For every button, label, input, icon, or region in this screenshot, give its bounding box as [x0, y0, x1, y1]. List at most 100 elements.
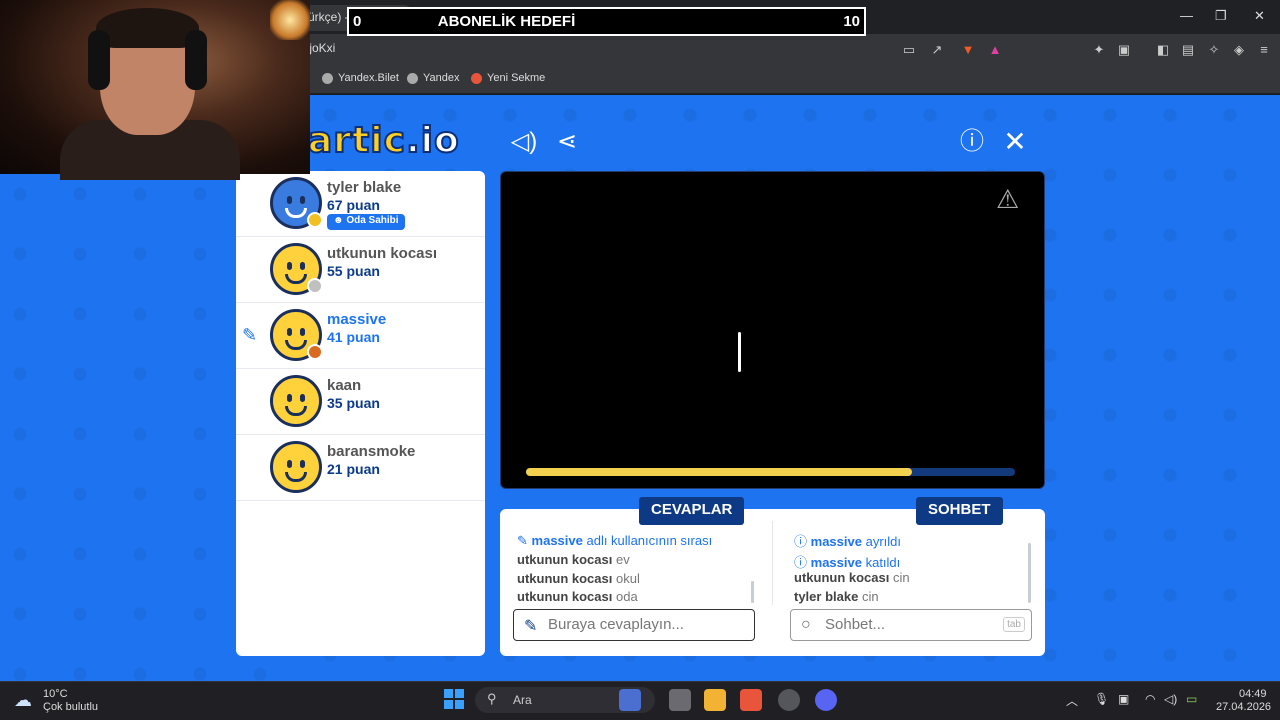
avatar	[270, 243, 323, 295]
tab-answers[interactable]: CEVAPLAR	[639, 497, 745, 525]
event-text: ayrıldı	[865, 534, 901, 549]
sidebar-icon[interactable]: ◧	[1155, 42, 1171, 58]
tray-app-icon[interactable]: ▣	[1118, 692, 1129, 706]
wallet-icon[interactable]: ▤	[1180, 42, 1196, 58]
goal-label: ABONELİK HEDEFİ	[437, 13, 576, 30]
info-icon[interactable]: ⓘ	[958, 128, 986, 156]
timer-bar-fill	[526, 468, 913, 476]
player-row[interactable]: utkunun kocası 55 puan	[236, 237, 485, 303]
volume-icon[interactable]: ◁)	[1164, 692, 1177, 706]
leo-ai-icon[interactable]: ✧	[1206, 42, 1222, 58]
answer-input[interactable]: ✎ Buraya cevaplayın...	[513, 609, 755, 641]
message-text: ev	[615, 552, 630, 567]
event-user: massive	[810, 534, 862, 549]
message-user: utkunun kocası	[794, 570, 890, 585]
chat-input[interactable]: ○ Sohbet... tab	[790, 609, 1032, 641]
task-view-icon[interactable]	[669, 689, 691, 711]
minimize-icon[interactable]: —	[1180, 8, 1193, 23]
sound-icon[interactable]: ◁)	[510, 128, 538, 156]
chat-message: tyler blake cin	[794, 589, 879, 604]
player-row[interactable]: kaan 35 puan	[236, 369, 485, 435]
goal-target: 10	[843, 13, 860, 30]
logo-main: artic	[307, 119, 406, 162]
search-icon: ○	[801, 616, 811, 633]
share-icon[interactable]: ⋖	[553, 128, 581, 156]
maximize-icon[interactable]: ❐	[1215, 8, 1227, 24]
brave-shield-icon[interactable]: ▼	[960, 42, 976, 58]
player-row[interactable]: baransmoke 21 puan	[236, 435, 485, 501]
drawn-stroke	[738, 332, 741, 372]
chat-placeholder: Sohbet...	[825, 616, 886, 633]
bookmark-label: Yeni Sekme	[487, 72, 546, 84]
tray-chevron-icon[interactable]: ︿	[1066, 692, 1078, 709]
weather-icon[interactable]: ☁	[14, 690, 32, 711]
avatar	[270, 441, 322, 493]
bookmark-label: Yandex.Bilet	[338, 72, 399, 84]
timer-bar	[526, 468, 1015, 476]
obs-icon[interactable]	[778, 689, 800, 711]
bookmark-item[interactable]: Yeni Sekme	[471, 72, 545, 84]
widgets-icon[interactable]	[619, 689, 641, 711]
clock-time[interactable]: 04:49	[1239, 688, 1267, 700]
discord-icon[interactable]	[815, 689, 837, 711]
report-warning-icon[interactable]: ⚠	[996, 184, 1019, 215]
player-name: kaan	[327, 377, 362, 394]
avatar	[270, 177, 323, 229]
info-icon: ⓘ	[794, 555, 808, 570]
file-explorer-icon[interactable]	[704, 689, 726, 711]
bookmark-label: Yandex	[423, 72, 460, 84]
answer-message: utkunun kocası okul	[517, 571, 640, 586]
clock-date[interactable]: 27.04.2026	[1216, 701, 1271, 713]
bookmark-item[interactable]: Yandex	[407, 72, 460, 84]
extensions-icon[interactable]: ✦	[1091, 42, 1107, 58]
turn-user: massive	[531, 533, 583, 548]
wifi-icon[interactable]: ◠	[1145, 692, 1155, 706]
cast-icon[interactable]: ▭	[901, 42, 917, 58]
event-user: massive	[810, 555, 862, 570]
start-icon[interactable]	[444, 689, 464, 709]
chat-event: ⓘ massive ayrıldı	[794, 531, 901, 550]
vpn-icon[interactable]: ◈	[1231, 42, 1247, 58]
brave-icon	[471, 72, 482, 84]
tab-chat[interactable]: SOHBET	[916, 497, 1003, 525]
chat-scrollbar[interactable]	[1028, 543, 1031, 603]
globe-icon	[407, 72, 418, 84]
player-name: baransmoke	[327, 443, 416, 460]
avatar	[270, 375, 322, 427]
pencil-icon: ✎	[524, 618, 538, 635]
player-row[interactable]: tyler blake 67 puan ☻ Oda Sahibi	[236, 171, 485, 237]
chat-message: utkunun kocası cin	[794, 570, 910, 585]
brave-rewards-icon[interactable]: ▲	[987, 42, 1003, 58]
microphone-icon[interactable]: 🎙	[1094, 692, 1109, 706]
status-badge	[307, 278, 323, 294]
drawing-canvas[interactable]	[500, 171, 1045, 489]
message-user: tyler blake	[794, 589, 859, 604]
weather-desc[interactable]: Çok bulutlu	[43, 701, 98, 713]
drawing-pencil-icon: ✎	[242, 325, 258, 345]
weather-temp[interactable]: 10°C	[43, 688, 68, 700]
player-score: 67 puan	[327, 197, 380, 213]
tab-search-icon[interactable]: ▣	[1116, 42, 1132, 58]
bookmark-item[interactable]: Yandex.Bilet	[322, 72, 399, 84]
event-text: katıldı	[865, 555, 901, 570]
menu-icon[interactable]: ≡	[1256, 42, 1272, 58]
answers-scrollbar[interactable]	[751, 581, 754, 603]
message-user: utkunun kocası	[517, 552, 613, 567]
close-game-icon[interactable]: ✕	[1001, 128, 1029, 156]
close-window-icon[interactable]: ✕	[1254, 8, 1265, 24]
message-text: oda	[615, 589, 638, 604]
pencil-icon: ✎	[517, 533, 528, 548]
info-icon: ⓘ	[794, 534, 808, 549]
player-list: tyler blake 67 puan ☻ Oda Sahibi utkunun…	[236, 171, 485, 656]
player-row[interactable]: ✎ massive 41 puan	[236, 303, 485, 369]
search-icon: ⚲	[487, 691, 497, 706]
subscriber-goal-overlay: 0 ABONELİK HEDEFİ 10	[347, 7, 866, 36]
avatar	[270, 309, 323, 361]
battery-icon[interactable]: ▭	[1186, 692, 1197, 706]
webcam-overlay	[0, 0, 310, 180]
player-score: 35 puan	[327, 395, 380, 411]
message-text: cin	[861, 589, 879, 604]
share-page-icon[interactable]: ↗	[929, 42, 945, 58]
brave-browser-icon[interactable]	[740, 689, 762, 711]
message-user: utkunun kocası	[517, 589, 613, 604]
